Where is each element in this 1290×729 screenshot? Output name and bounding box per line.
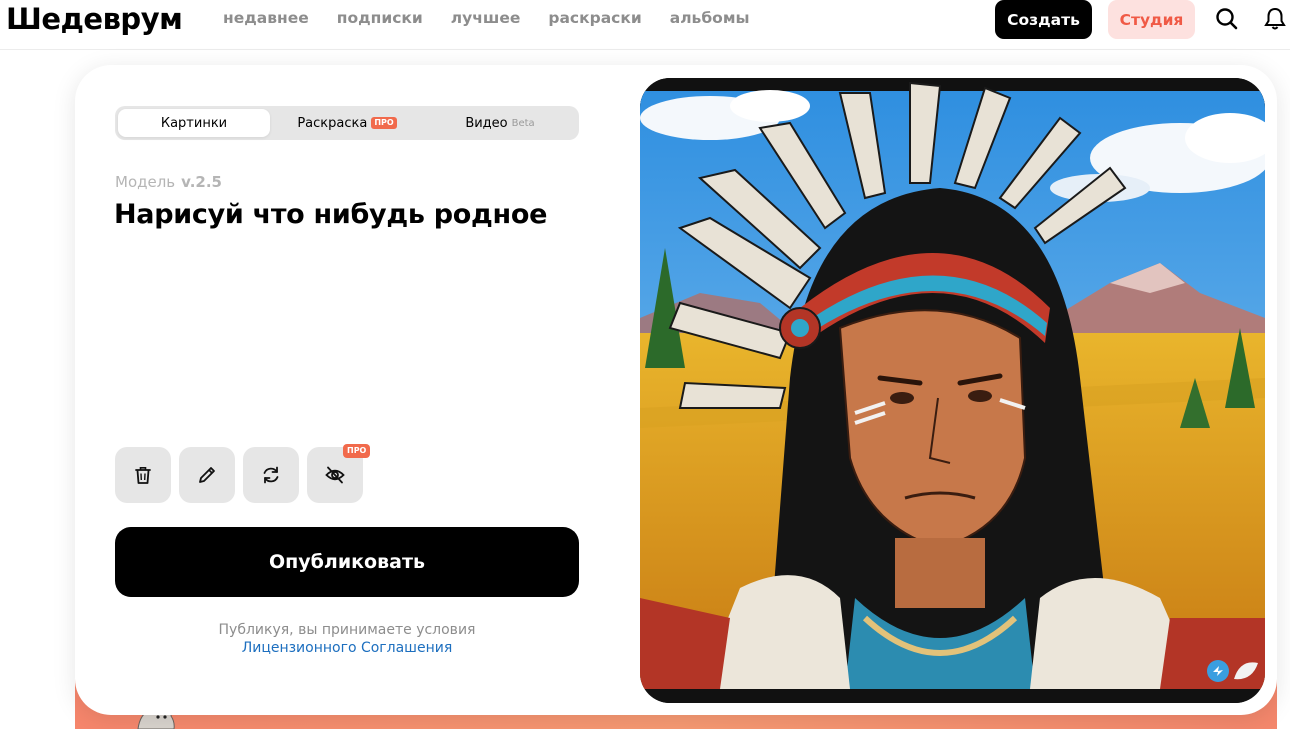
tab-coloring-label: Раскраска	[297, 115, 368, 131]
model-version: v.2.5	[181, 173, 222, 191]
regenerate-button[interactable]	[243, 447, 299, 503]
watermark-icon	[1206, 657, 1260, 685]
nav-albums[interactable]: альбомы	[670, 9, 750, 27]
tab-video-label: Видео	[465, 115, 508, 131]
nav-recent[interactable]: недавнее	[223, 9, 309, 27]
nav-coloring[interactable]: раскраски	[548, 9, 641, 27]
logo[interactable]: Шедеврум	[6, 2, 183, 36]
prompt-text[interactable]: Нарисуй что нибудь родное	[114, 199, 547, 230]
generated-image[interactable]	[640, 78, 1265, 703]
edit-button[interactable]	[179, 447, 235, 503]
model-label: Модель	[115, 173, 176, 191]
refresh-icon	[263, 466, 279, 484]
main-nav: недавнее подписки лучшее раскраски альбо…	[223, 9, 778, 27]
delete-button[interactable]	[115, 447, 171, 503]
top-bar: Шедеврум недавнее подписки лучшее раскра…	[0, 0, 1290, 50]
generated-artwork	[640, 78, 1265, 703]
terms-text: Публикуя, вы принимаете условия	[218, 622, 476, 638]
terms-note: Публикуя, вы принимаете условия Лицензио…	[115, 621, 579, 657]
hide-pro-badge: ПРО	[343, 444, 371, 458]
beta-badge: Beta	[511, 117, 535, 129]
bell-icon[interactable]	[1262, 6, 1288, 32]
publish-button[interactable]: Опубликовать	[115, 527, 579, 597]
trash-icon	[135, 467, 151, 484]
search-icon[interactable]	[1214, 6, 1240, 32]
tab-pictures[interactable]: Картинки	[118, 109, 270, 137]
license-agreement-link[interactable]: Лицензионного Соглашения	[115, 639, 579, 657]
studio-button[interactable]: Студия	[1108, 0, 1195, 39]
nav-best[interactable]: лучшее	[451, 9, 521, 27]
mode-tabs: Картинки Раскраска ПРО Видео Beta	[115, 106, 579, 140]
pencil-icon	[199, 467, 215, 483]
pro-badge: ПРО	[371, 117, 397, 129]
model-selector[interactable]: Модель v.2.5	[115, 173, 222, 191]
create-button[interactable]: Создать	[995, 0, 1092, 39]
tab-pictures-label: Картинки	[160, 115, 228, 131]
tab-video[interactable]: Видео Beta	[424, 109, 576, 137]
eye-off-icon	[325, 466, 345, 484]
nav-subscriptions[interactable]: подписки	[337, 9, 423, 27]
tab-coloring[interactable]: Раскраска ПРО	[272, 109, 422, 137]
